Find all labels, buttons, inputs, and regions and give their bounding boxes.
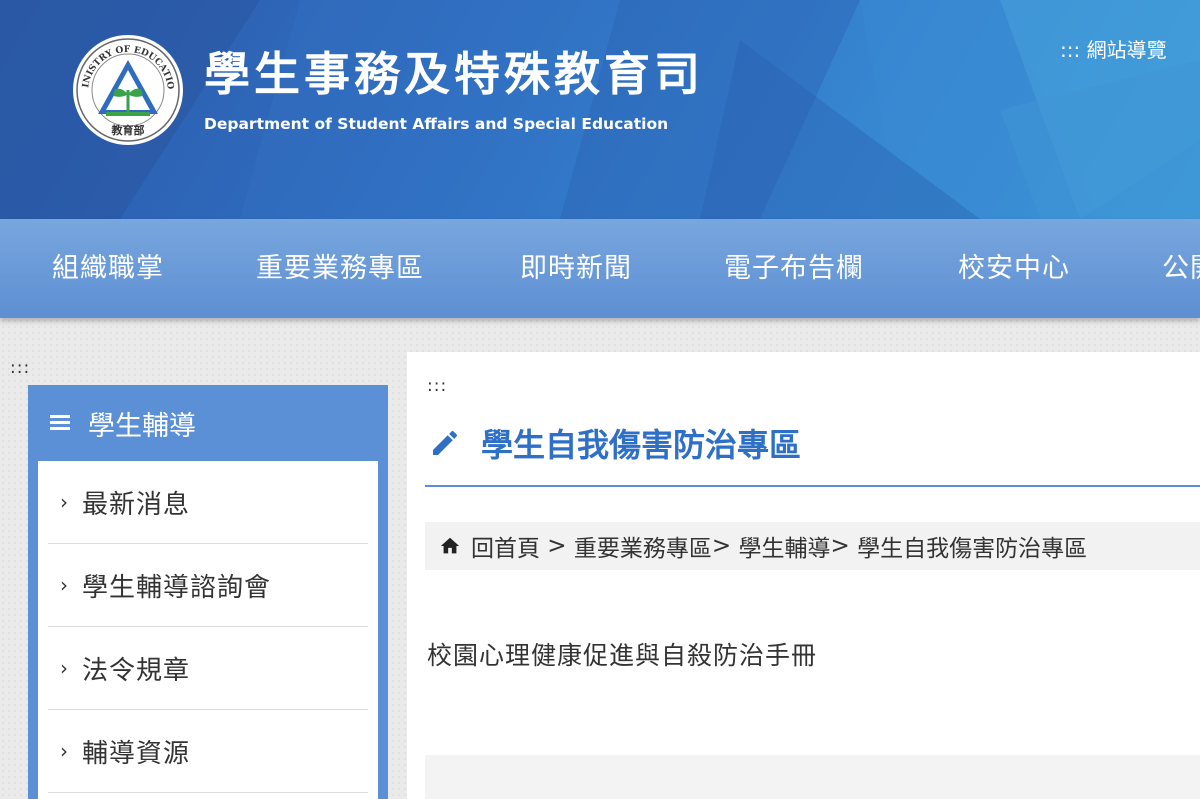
sidebar-item-label: 法令規章 <box>82 655 191 686</box>
nav-item-organization[interactable]: 組織職掌 <box>52 219 164 318</box>
sidebar-item-label: 最新消息 <box>82 489 191 520</box>
chevron-right-icon: › <box>60 490 68 514</box>
breadcrumb: 回首頁 > 重要業務專區 > 學生輔導 > 學生自我傷害防治專區 <box>425 522 1200 570</box>
nav-item-public[interactable]: 公開 <box>1162 219 1200 318</box>
hamburger-icon <box>50 415 70 431</box>
home-icon <box>440 537 460 554</box>
breadcrumb-separator: > <box>830 533 858 559</box>
handbook-link[interactable]: 校園心理健康促進與自殺防治手冊 <box>427 636 817 672</box>
accesskey-center[interactable]: ::: <box>427 376 447 396</box>
chevron-right-icon: › <box>60 739 68 763</box>
chevron-right-icon: › <box>60 656 68 680</box>
breadcrumb-student-counseling[interactable]: 學生輔導 <box>739 529 831 563</box>
main-nav: 組織職掌 重要業務專區 即時新聞 電子布告欄 校安中心 公開 <box>0 219 1200 318</box>
breadcrumb-separator: > <box>711 533 739 559</box>
sidebar-item-advisory-council[interactable]: › 學生輔導諮詢會 <box>48 544 368 627</box>
logo-text-bottom: 教育部 <box>111 123 145 137</box>
sidebar-item-label: 輔導資源 <box>82 738 191 769</box>
moe-logo-icon[interactable]: MINISTRY OF EDUCATION 教育部 <box>72 34 184 146</box>
breadcrumb-home[interactable]: 回首頁 <box>471 529 540 563</box>
accesskey-left[interactable]: ::: <box>10 358 30 378</box>
sidebar-heading-label: 學生輔導 <box>88 410 196 442</box>
sidebar-list: › 最新消息 › 學生輔導諮詢會 › 法令規章 › 輔導資源 <box>38 461 378 799</box>
main-content: ::: 學生自我傷害防治專區 回首頁 > 重要業務專區 > 學生輔導 > 學生自… <box>407 352 1200 799</box>
content-panel <box>425 755 1200 799</box>
sitemap-link[interactable]: ::: 網站導覽 <box>1060 34 1167 63</box>
sidebar: 學生輔導 › 最新消息 › 學生輔導諮詢會 › 法令規章 › 輔導資源 <box>28 385 388 799</box>
sidebar-item-latest-news[interactable]: › 最新消息 <box>48 461 368 544</box>
breadcrumb-current: 學生自我傷害防治專區 <box>857 536 1088 562</box>
nav-item-campus-safety[interactable]: 校安中心 <box>958 219 1070 318</box>
chevron-right-icon: › <box>60 573 68 597</box>
title-divider <box>425 485 1200 487</box>
sidebar-item-label: 學生輔導諮詢會 <box>82 572 272 603</box>
nav-item-bulletin-board[interactable]: 電子布告欄 <box>724 219 864 318</box>
site-title-chinese: 學生事務及特殊教育司 <box>204 47 704 101</box>
nav-item-news[interactable]: 即時新聞 <box>520 219 632 318</box>
sidebar-item-regulations[interactable]: › 法令規章 <box>48 627 368 710</box>
page-title: 學生自我傷害防治專區 <box>429 420 801 466</box>
page-title-text: 學生自我傷害防治專區 <box>481 426 802 464</box>
nav-item-key-business[interactable]: 重要業務專區 <box>256 219 424 318</box>
sidebar-heading: 學生輔導 <box>28 385 388 461</box>
site-header: MINISTRY OF EDUCATION 教育部 學生事務及特殊教育司 Dep… <box>0 0 1200 219</box>
breadcrumb-separator: > <box>540 533 574 559</box>
site-title-english: Department of Student Affairs and Specia… <box>204 115 669 133</box>
breadcrumb-key-business[interactable]: 重要業務專區 <box>574 529 712 563</box>
pencil-icon <box>433 430 458 455</box>
sidebar-item-counseling-resources[interactable]: › 輔導資源 <box>48 710 368 793</box>
